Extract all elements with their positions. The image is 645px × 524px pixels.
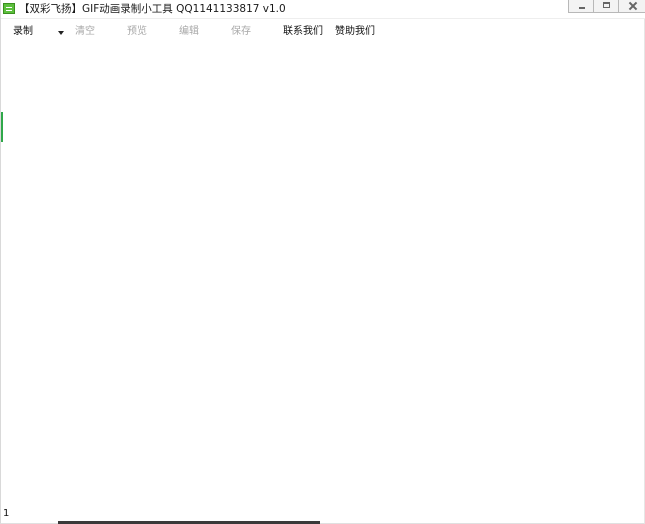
menu-preview[interactable]: 预览	[127, 26, 147, 38]
app-window: 【双彩飞扬】GIF动画录制小工具 QQ1141133817 v1.0 录制 清空…	[0, 0, 645, 524]
menu-sponsor-us[interactable]: 赞助我们	[335, 26, 375, 38]
window-controls	[568, 0, 645, 14]
maximize-button[interactable]	[593, 0, 619, 13]
maximize-icon	[603, 2, 610, 8]
record-dropdown-arrow-icon[interactable]	[58, 31, 64, 35]
menu-clear[interactable]: 清空	[75, 26, 95, 38]
minimize-button[interactable]	[568, 0, 594, 13]
title-bar: 【双彩飞扬】GIF动画录制小工具 QQ1141133817 v1.0	[1, 0, 645, 19]
capture-area[interactable]	[1, 44, 644, 514]
menu-record[interactable]: 录制	[13, 26, 33, 38]
close-button[interactable]	[618, 0, 645, 13]
left-edge-accent	[1, 112, 3, 142]
menu-bar: 录制 清空 预览 编辑 保存 联系我们 赞助我们	[1, 22, 645, 42]
menu-edit[interactable]: 编辑	[179, 26, 199, 38]
menu-save[interactable]: 保存	[231, 26, 251, 38]
menu-contact-us[interactable]: 联系我们	[283, 26, 323, 38]
close-icon	[628, 1, 638, 11]
app-icon	[3, 3, 15, 14]
minimize-icon	[579, 7, 585, 9]
window-title: 【双彩飞扬】GIF动画录制小工具 QQ1141133817 v1.0	[19, 3, 286, 15]
frame-count: 1	[3, 508, 10, 519]
